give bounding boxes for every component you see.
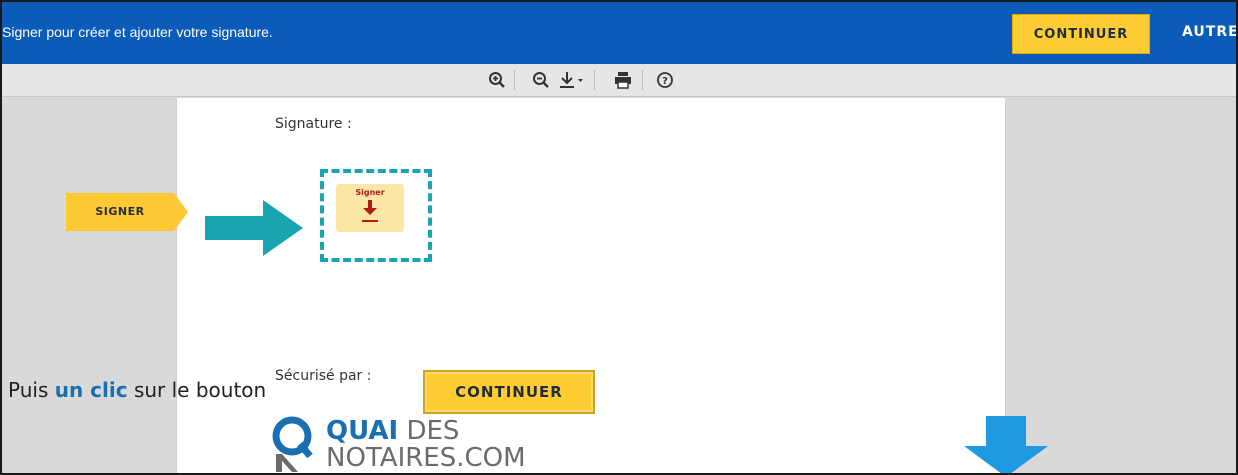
signer-tag: SIGNER <box>66 193 188 231</box>
instruction-highlight: un clic <box>54 378 128 402</box>
arrow-right-icon <box>205 200 303 256</box>
toolbar-divider <box>594 70 595 90</box>
zoom-in-icon[interactable] <box>486 69 508 91</box>
sign-arrow-icon <box>362 200 378 222</box>
continue-button-illustration: CONTINUER <box>423 370 595 414</box>
logo-line2: NOTAIRES.COM <box>326 443 526 473</box>
zoom-out-icon[interactable] <box>530 69 552 91</box>
svg-text:?: ? <box>662 76 668 87</box>
sign-field-button[interactable]: Signer <box>336 184 404 232</box>
instruction-suffix: sur le bouton <box>127 378 267 402</box>
quai-des-notaires-logo: QUAI DES NOTAIRES.COM <box>270 416 526 473</box>
toolbar-divider <box>514 70 515 90</box>
continue-button[interactable]: CONTINUER <box>1012 14 1150 54</box>
help-icon[interactable]: ? <box>654 69 676 91</box>
signer-tag-label: SIGNER <box>95 205 145 218</box>
pdf-toolbar: ? <box>2 64 1236 97</box>
qn-logo-icon <box>272 416 313 472</box>
screenshot-frame: Signer pour créer et ajouter votre signa… <box>0 0 1238 475</box>
sign-field-label: Signer <box>355 188 385 197</box>
instruction-text: Puis un clic sur le bouton <box>8 378 266 402</box>
arrow-down-icon <box>964 416 1048 473</box>
logo-line1: QUAI DES <box>326 416 459 446</box>
top-banner: Signer pour créer et ajouter votre signa… <box>2 2 1236 64</box>
logo-quai: QUAI <box>326 416 399 446</box>
logo-des: DES <box>398 416 460 446</box>
instruction-prefix: Puis <box>8 378 55 402</box>
toolbar-divider <box>642 70 643 90</box>
banner-message: Signer pour créer et ajouter votre signa… <box>2 24 273 40</box>
download-icon[interactable] <box>556 69 586 91</box>
signature-label: Signature : <box>275 116 352 132</box>
other-menu-button[interactable]: AUTRE <box>1182 24 1236 40</box>
secured-by-label: Sécurisé par : <box>275 368 372 384</box>
print-icon[interactable] <box>612 69 634 91</box>
